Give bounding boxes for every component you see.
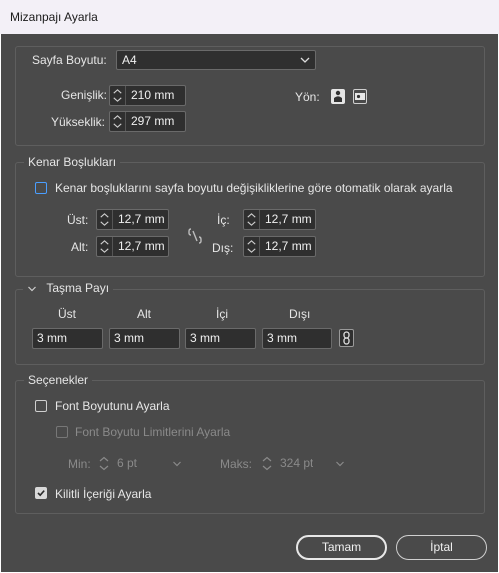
stepper-arrows-icon[interactable] — [110, 86, 126, 105]
height-label: Yükseklik: — [51, 115, 106, 129]
margin-top-stepper[interactable]: 12,7 mm — [96, 209, 169, 230]
stepper-arrows-icon[interactable] — [259, 454, 275, 473]
auto-adjust-margins-checkbox[interactable] — [35, 182, 47, 194]
cancel-button[interactable]: İptal — [396, 535, 487, 560]
min-font-stepper[interactable]: 6 pt — [95, 453, 185, 474]
linked-chain-icon — [343, 331, 350, 345]
stepper-arrows-icon[interactable] — [97, 210, 113, 229]
bleed-top-input[interactable]: 3 mm — [32, 328, 103, 349]
adjust-font-size-label[interactable]: Font Boyutunu Ayarla — [55, 398, 170, 414]
stepper-arrows-icon[interactable] — [97, 237, 113, 256]
stepper-arrows-icon[interactable] — [110, 112, 126, 131]
bleed-header-outside: Dışı — [289, 307, 311, 321]
chevron-down-icon — [173, 461, 181, 467]
page-size-value: A4 — [122, 53, 137, 67]
checkmark-icon — [37, 490, 45, 497]
window-titlebar: Mizanpajı Ayarla — [0, 0, 499, 34]
max-font-stepper[interactable]: 324 pt — [258, 453, 348, 474]
margin-bottom-label: Alt: — [71, 240, 89, 254]
cancel-button-label: İptal — [430, 540, 453, 554]
page-size-label: Sayfa Boyutu: — [32, 53, 107, 67]
max-label: Maks: — [220, 457, 253, 471]
min-label: Min: — [68, 457, 91, 471]
margin-top-label: Üst: — [67, 213, 89, 227]
font-limits-label[interactable]: Font Boyutu Limitlerini Ayarla — [75, 424, 230, 440]
page-size-select[interactable]: A4 — [116, 50, 316, 70]
chevron-down-icon — [336, 461, 344, 467]
margins-title: Kenar Boşlukları — [24, 155, 121, 169]
bleed-inside-value: 3 mm — [190, 331, 220, 345]
stepper-arrows-icon[interactable] — [244, 210, 260, 229]
layout-adjust-dialog: Sayfa Boyutu: A4 Genişlik: 210 mm Yüksek… — [1, 34, 498, 572]
unlinked-chain-icon[interactable] — [187, 227, 203, 245]
landscape-icon — [355, 93, 365, 100]
margin-bottom-stepper[interactable]: 12,7 mm — [96, 236, 169, 257]
width-value: 210 mm — [131, 88, 175, 102]
bleed-header-inside: İçi — [216, 307, 228, 321]
bleed-header-top: Üst — [58, 307, 76, 321]
landscape-button[interactable] — [353, 89, 367, 104]
portrait-icon — [334, 90, 342, 102]
options-title: Seçenekler — [24, 373, 93, 387]
margin-bottom-value: 12,7 mm — [118, 239, 165, 253]
bleed-collapse-toggle[interactable]: Taşma Payı — [23, 281, 114, 295]
margin-top-value: 12,7 mm — [118, 212, 165, 226]
bleed-header-bottom: Alt — [137, 307, 152, 321]
font-limits-checkbox[interactable] — [56, 426, 68, 438]
adjust-locked-content-checkbox[interactable] — [35, 487, 47, 499]
margin-inside-value: 12,7 mm — [265, 212, 312, 226]
window-title: Mizanpajı Ayarla — [10, 10, 98, 24]
margin-inside-label: İç: — [217, 213, 230, 227]
bleed-bottom-value: 3 mm — [114, 331, 144, 345]
margin-outside-value: 12,7 mm — [265, 239, 312, 253]
min-font-value: 6 pt — [117, 456, 138, 470]
width-stepper[interactable]: 210 mm — [109, 85, 186, 106]
ok-button-label: Tamam — [321, 540, 362, 554]
height-stepper[interactable]: 297 mm — [109, 111, 186, 132]
stepper-arrows-icon[interactable] — [244, 237, 260, 256]
chevron-down-icon — [28, 286, 36, 292]
stepper-arrows-icon[interactable] — [96, 454, 112, 473]
bleed-group — [15, 289, 485, 365]
adjust-font-size-checkbox[interactable] — [35, 400, 47, 412]
width-label: Genişlik: — [61, 88, 108, 102]
margin-inside-stepper[interactable]: 12,7 mm — [243, 209, 316, 230]
chevron-down-icon — [300, 57, 310, 63]
portrait-button[interactable] — [331, 89, 345, 104]
bleed-bottom-input[interactable]: 3 mm — [109, 328, 180, 349]
orientation-label: Yön: — [295, 90, 320, 104]
margin-outside-stepper[interactable]: 12,7 mm — [243, 236, 316, 257]
bleed-link-button[interactable] — [339, 329, 354, 347]
bleed-title: Taşma Payı — [46, 281, 110, 295]
height-value: 297 mm — [131, 114, 175, 128]
ok-button[interactable]: Tamam — [296, 535, 387, 560]
bleed-inside-input[interactable]: 3 mm — [185, 328, 256, 349]
auto-adjust-margins-label[interactable]: Kenar boşluklarını sayfa boyutu değişikl… — [55, 180, 453, 196]
adjust-locked-content-label[interactable]: Kilitli İçeriği Ayarla — [55, 486, 151, 502]
bleed-top-value: 3 mm — [37, 331, 67, 345]
bleed-outside-value: 3 mm — [267, 331, 297, 345]
margin-outside-label: Dış: — [212, 241, 234, 255]
bleed-outside-input[interactable]: 3 mm — [262, 328, 332, 349]
max-font-value: 324 pt — [280, 456, 314, 470]
